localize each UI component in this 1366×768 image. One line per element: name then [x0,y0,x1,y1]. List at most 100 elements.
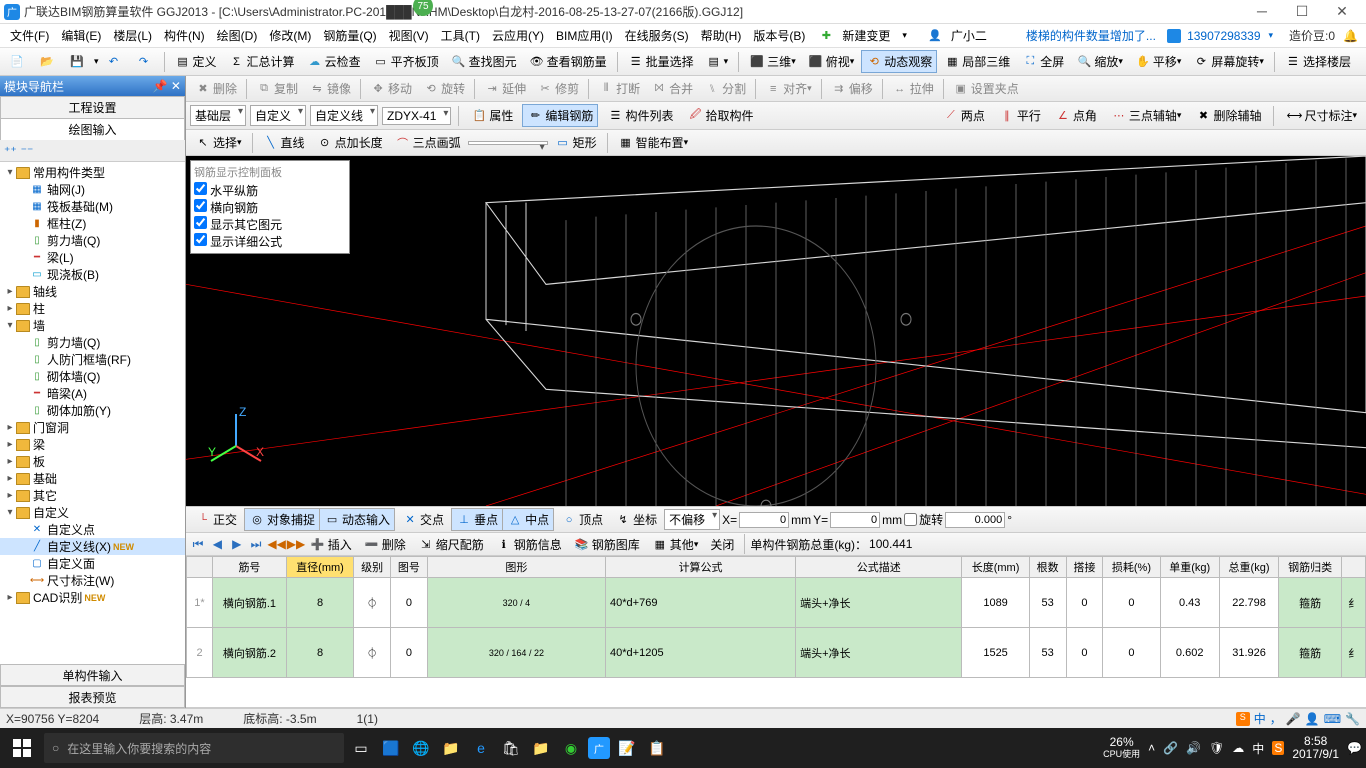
start-button[interactable] [4,732,40,764]
sogou-icon[interactable]: S [1236,712,1250,726]
tree-item[interactable]: ▸其它 [0,487,185,504]
task-app3[interactable]: 📁 [438,733,464,763]
split-button[interactable]: ⑊分割 [699,77,751,100]
tray-net-icon[interactable]: 🔗 [1163,741,1178,755]
other-button[interactable]: ▦其他▾ [647,533,704,556]
notice-link[interactable]: 楼梯的构件数量增加了... [1020,27,1162,44]
zoom-button[interactable]: 🔍缩放▾ [1071,50,1128,73]
close-table-button[interactable]: 关闭 [705,533,739,556]
tree-item[interactable]: ▸基础 [0,470,185,487]
component-tree[interactable]: ▾常用构件类型▦轴网(J)▦筏板基础(M)▮框柱(Z)▯剪力墙(Q)━梁(L)▭… [0,162,185,664]
chk-show-formula[interactable]: 显示详细公式 [194,233,346,250]
first-record[interactable]: ⏮ [190,537,206,552]
chk-show-other[interactable]: 显示其它图元 [194,216,346,233]
tree-item[interactable]: ▾常用构件类型 [0,164,185,181]
task-ggj[interactable]: 广 [588,737,610,759]
cloud-check-button[interactable]: ☁云检查 [302,50,366,73]
ime-settings-icon[interactable]: 🔧 [1345,712,1360,726]
three-arc-button[interactable]: ⌒三点画弧 [390,131,466,154]
tree-item[interactable]: ▢自定义面 [0,555,185,572]
task-app4[interactable]: ◉ [558,733,584,763]
tree-item[interactable]: ▦筏板基础(M) [0,198,185,215]
tree-item[interactable]: ▸门窗洞 [0,419,185,436]
save-button[interactable]: 💾 [64,51,92,73]
attr-button[interactable]: 📋属性 [466,104,518,127]
tree-item[interactable]: ▯砌体加筋(Y) [0,402,185,419]
ime-person-icon[interactable]: 👤 [1305,712,1320,726]
tree-item[interactable]: ⟷尺寸标注(W) [0,572,185,589]
chk-horizontal[interactable]: 水平纵筋 [194,182,346,199]
vertex-toggle[interactable]: ○顶点 [556,508,608,531]
menu-edit[interactable]: 编辑(E) [55,27,107,44]
merge-button[interactable]: ⨝合并 [646,77,698,100]
rebar-lib-button[interactable]: 📚钢筋图库 [569,533,645,556]
3d-button[interactable]: ⬛三维▾ [744,50,801,73]
rotate-button[interactable]: ⟲旋转 [418,77,470,100]
tab-project-settings[interactable]: 工程设置 [0,96,185,118]
select-tool-button[interactable]: ↖选择▾ [190,131,247,154]
prev-page[interactable]: ◀◀ [267,537,283,551]
pan-button[interactable]: ✋平移▾ [1130,50,1187,73]
parallel-button[interactable]: ∥平行 [994,104,1046,127]
offset-button[interactable]: ⇉偏移 [826,77,878,100]
menu-view[interactable]: 视图(V) [383,27,435,44]
rebar-display-panel[interactable]: 钢筋显示控制面板 水平纵筋 横向钢筋 显示其它图元 显示详细公式 [190,160,350,254]
top-view-button[interactable]: ⬛俯视▾ [803,50,860,73]
bell-icon[interactable]: 🔔 [1339,29,1362,43]
menu-cloud[interactable]: 云应用(Y) [486,27,550,44]
y-input[interactable] [830,512,880,528]
cpu-meter[interactable]: 26%CPU使用 [1103,736,1140,759]
seat-toggle[interactable]: ↯坐标 [610,508,662,531]
minimize-button[interactable]: ─ [1242,3,1282,20]
account-number[interactable]: 13907298339 [1183,29,1264,43]
tree-item[interactable]: ▸板 [0,453,185,470]
find-graph-button[interactable]: 🔍查找图元 [446,50,522,73]
tree-item[interactable]: ▯剪力墙(Q) [0,334,185,351]
tray-shield-icon[interactable]: 🛡 [1209,741,1224,755]
close-button[interactable]: ✕ [1322,3,1362,20]
menu-component[interactable]: 构件(N) [158,27,211,44]
align-button[interactable]: ≡对齐▾ [760,77,817,100]
task-app6[interactable]: 📋 [644,733,670,763]
new-change-button[interactable]: ✚新建变更▾ [811,26,920,45]
tree-item[interactable]: ━梁(L) [0,249,185,266]
tree-item[interactable]: ▯人防门框墙(RF) [0,351,185,368]
viewport-3d[interactable]: 钢筋显示控制面板 水平纵筋 横向钢筋 显示其它图元 显示详细公式 Z X Y [186,156,1366,506]
menu-version[interactable]: 版本号(B) [747,27,811,44]
stretch-button[interactable]: ↔拉伸 [887,77,939,100]
select-floor-button[interactable]: ☰选择楼层 [1280,50,1356,73]
tree-item[interactable]: ▸柱 [0,300,185,317]
menu-tools[interactable]: 工具(T) [435,27,486,44]
flat-top-button[interactable]: ▭平齐板顶 [368,50,444,73]
tab-single-input[interactable]: 单构件输入 [0,664,185,686]
tray-notifications[interactable]: 💬 [1347,741,1362,755]
rect-tool-button[interactable]: ▭矩形 [550,131,602,154]
taskbar-search[interactable]: ○ 在这里输入你要搜索的内容 [44,733,344,763]
tree-item[interactable]: ╱自定义线(X)NEW [0,538,185,555]
batch-select-button[interactable]: ☰批量选择 [623,50,699,73]
tray-ime[interactable]: 中 [1252,740,1264,757]
task-app1[interactable]: 🟦 [378,733,404,763]
new-button[interactable]: 📄 [4,51,32,73]
floor-combo[interactable]: 基础层 [190,105,246,126]
three-aux-button[interactable]: ⋯三点辅轴▾ [1106,104,1187,127]
prev-record[interactable]: ◀ [209,537,225,551]
undo-button[interactable]: ↶ [101,51,129,73]
ime-ch-icon[interactable]: 中 [1254,710,1266,727]
break-button[interactable]: ⦀打断 [593,77,645,100]
menu-modify[interactable]: 修改(M) [263,27,317,44]
point-angle-button[interactable]: ∠点角 [1050,104,1102,127]
task-store[interactable]: 🛍 [498,733,524,763]
pin-icon[interactable]: 📌 ✕ [153,79,181,93]
offset-combo[interactable]: 不偏移 [664,509,720,530]
intersect-toggle[interactable]: ✕交点 [397,508,449,531]
maximize-button[interactable]: ☐ [1282,3,1322,20]
mirror-button[interactable]: ⇋镜像 [304,77,356,100]
arc-combo[interactable] [468,141,548,145]
menu-rebar[interactable]: 钢筋量(Q) [317,27,382,44]
last-record[interactable]: ⏭ [248,537,264,552]
next-page[interactable]: ▶▶ [287,537,303,551]
rotate-check[interactable] [904,513,917,526]
tree-item[interactable]: ▸CAD识别NEW [0,589,185,606]
delete-row-button[interactable]: ➖删除 [359,533,411,556]
